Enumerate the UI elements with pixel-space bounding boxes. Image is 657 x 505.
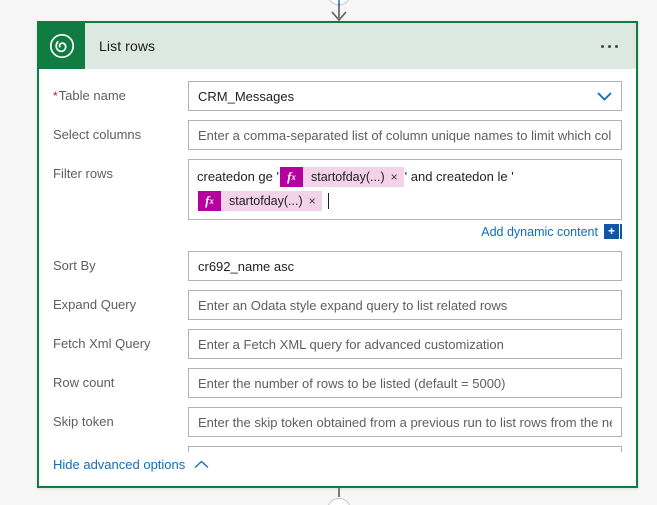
hide-advanced-options-label: Hide advanced options bbox=[53, 457, 186, 472]
expand-query-input[interactable]: Enter an Odata style expand query to lis… bbox=[188, 290, 622, 320]
sort-by-input[interactable]: cr692_name asc bbox=[188, 251, 622, 281]
row-count-placeholder: Enter the number of rows to be listed (d… bbox=[198, 375, 506, 391]
field-control-select-columns: Enter a comma-separated list of column u… bbox=[188, 120, 622, 150]
field-label-filter-rows: Filter rows bbox=[53, 166, 113, 181]
fx-icon-1: fx bbox=[280, 167, 303, 187]
fetch-xml-query-input[interactable]: Enter a Fetch XML query for advanced cus… bbox=[188, 329, 622, 359]
field-control-expand-query: Enter an Odata style expand query to lis… bbox=[188, 290, 622, 320]
dynamic-token-1[interactable]: fx startofday(...) × bbox=[280, 167, 404, 187]
add-dynamic-content-plus-button[interactable]: + bbox=[604, 224, 619, 239]
field-control-filter-rows: createdon ge ' fx startofday(...) × ' an… bbox=[188, 159, 622, 242]
field-control-row-count: Enter the number of rows to be listed (d… bbox=[188, 368, 622, 398]
add-dynamic-content-row: Add dynamic content + bbox=[188, 224, 622, 239]
select-columns-input[interactable]: Enter a comma-separated list of column u… bbox=[188, 120, 622, 150]
ellipsis-dot-2 bbox=[608, 44, 611, 48]
table-name-input[interactable]: CRM_Messages bbox=[188, 81, 622, 111]
card-title: List rows bbox=[99, 38, 156, 54]
ellipsis-icon[interactable] bbox=[597, 39, 622, 54]
field-row-filter-rows: Filter rows createdon ge ' fx startofday… bbox=[53, 159, 622, 242]
add-dynamic-content-bar bbox=[620, 224, 622, 239]
fetch-xml-query-placeholder: Enter a Fetch XML query for advanced cus… bbox=[198, 336, 504, 352]
field-label-table-name: *Table name bbox=[53, 88, 126, 103]
sort-by-value: cr692_name asc bbox=[198, 258, 295, 274]
field-row-select-columns: Select columns Enter a comma-separated l… bbox=[53, 120, 622, 150]
field-control-table-name: CRM_Messages bbox=[188, 81, 622, 111]
filter-rows-line-2: fx startofday(...) × bbox=[197, 189, 613, 213]
field-row-skip-token: Skip token Enter the skip token obtained… bbox=[53, 407, 622, 437]
close-icon-2[interactable]: × bbox=[309, 195, 322, 207]
field-label-skip-token: Skip token bbox=[53, 414, 114, 429]
dynamic-token-2-label: startofday(...) bbox=[229, 194, 303, 208]
chevron-up-icon bbox=[194, 460, 209, 469]
chevron-down-icon[interactable] bbox=[597, 90, 612, 103]
text-caret bbox=[327, 193, 329, 209]
field-label-sort-by: Sort By bbox=[53, 258, 96, 273]
dataverse-icon bbox=[39, 23, 85, 69]
filter-rows-input[interactable]: createdon ge ' fx startofday(...) × ' an… bbox=[188, 159, 622, 220]
filter-expression-suffix: ' and createdon le ' bbox=[404, 169, 514, 184]
field-label-expand-query: Expand Query bbox=[53, 297, 137, 312]
dynamic-token-2[interactable]: fx startofday(...) × bbox=[198, 191, 322, 211]
filter-rows-line-1: createdon ge ' fx startofday(...) × ' an… bbox=[197, 165, 613, 189]
field-label-select-columns: Select columns bbox=[53, 127, 142, 142]
hide-advanced-options-toggle[interactable]: Hide advanced options bbox=[53, 457, 209, 472]
table-name-value: CRM_Messages bbox=[198, 88, 295, 104]
field-label-row-count: Row count bbox=[53, 375, 115, 390]
select-columns-placeholder: Enter a comma-separated list of column u… bbox=[198, 127, 612, 143]
fx-icon-2: fx bbox=[198, 191, 221, 211]
skip-token-input[interactable]: Enter the skip token obtained from a pre… bbox=[188, 407, 622, 437]
ellipsis-dot-3 bbox=[615, 44, 618, 48]
close-icon-1[interactable]: × bbox=[391, 171, 404, 183]
field-control-sort-by: cr692_name asc bbox=[188, 251, 622, 281]
expand-query-placeholder: Enter an Odata style expand query to lis… bbox=[198, 297, 508, 313]
field-label-fetch-xml-query: Fetch Xml Query bbox=[53, 336, 151, 351]
field-row-row-count: Row count Enter the number of rows to be… bbox=[53, 368, 622, 398]
required-asterisk: * bbox=[53, 89, 58, 103]
filter-expression-prefix: createdon ge ' bbox=[197, 169, 279, 184]
insert-node-circle-icon bbox=[328, 498, 350, 505]
action-card-list-rows[interactable]: List rows *Table name CRM_Messages Selec… bbox=[37, 21, 638, 488]
card-header[interactable]: List rows bbox=[39, 23, 636, 69]
skip-token-placeholder: Enter the skip token obtained from a pre… bbox=[198, 414, 612, 430]
card-body: *Table name CRM_Messages Select columns … bbox=[39, 69, 636, 452]
row-count-input[interactable]: Enter the number of rows to be listed (d… bbox=[188, 368, 622, 398]
field-control-skip-token: Enter the skip token obtained from a pre… bbox=[188, 407, 622, 437]
ellipsis-dot-1 bbox=[601, 44, 604, 48]
dynamic-token-1-label: startofday(...) bbox=[311, 170, 385, 184]
card-footer: Hide advanced options bbox=[39, 452, 636, 486]
field-row-sort-by: Sort By cr692_name asc bbox=[53, 251, 622, 281]
connector-top bbox=[329, 0, 349, 22]
arrow-down-icon bbox=[331, 3, 347, 22]
connector-bottom bbox=[328, 488, 350, 505]
field-row-table-name: *Table name CRM_Messages bbox=[53, 81, 622, 111]
add-dynamic-content-link[interactable]: Add dynamic content bbox=[481, 225, 598, 239]
field-control-fetch-xml-query: Enter a Fetch XML query for advanced cus… bbox=[188, 329, 622, 359]
field-row-expand-query: Expand Query Enter an Odata style expand… bbox=[53, 290, 622, 320]
field-row-fetch-xml-query: Fetch Xml Query Enter a Fetch XML query … bbox=[53, 329, 622, 359]
